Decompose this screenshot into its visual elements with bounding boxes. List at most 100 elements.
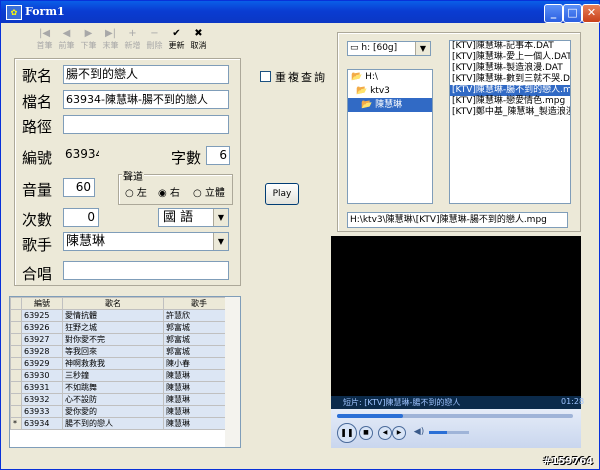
volume-slider[interactable] xyxy=(429,431,469,434)
toolbar-button-2[interactable]: ▶ 下筆 xyxy=(78,28,99,52)
channel-left-radio[interactable]: ○ 左 xyxy=(125,184,147,199)
minimize-button[interactable]: _ xyxy=(544,4,563,23)
file-item[interactable]: [KTV]陳慧琳-記事本.DAT xyxy=(450,41,570,52)
table-row[interactable]: 63927 對你愛不完 郭富城 xyxy=(10,333,235,346)
volume-field[interactable]: 60 xyxy=(63,178,95,197)
row-indicator[interactable] xyxy=(10,393,22,406)
grid-cell-song[interactable]: 心不設防 xyxy=(62,393,164,406)
song-grid[interactable]: 編號 歌名 歌手 63925 愛情抗體 許慧欣 63926 狂野之城 郭富城 63927 對你愛不完… xyxy=(9,296,241,448)
file-item[interactable]: [KTV]陳慧琳-製造浪漫.DAT xyxy=(450,63,570,74)
grid-cell-singer[interactable]: 郭富城 xyxy=(163,321,235,334)
table-row[interactable]: 63930 三秒鐘 陳慧琳 xyxy=(10,369,235,382)
grid-header[interactable]: 歌名 xyxy=(62,297,164,310)
row-indicator[interactable] xyxy=(10,405,22,418)
path-field[interactable] xyxy=(63,115,229,134)
file-item[interactable]: [KTV]陳慧琳-愛上一個人.DAT xyxy=(450,52,570,63)
grid-cell-num[interactable]: 63928 xyxy=(21,345,63,358)
file-item[interactable]: [KTV]陳慧琳-戀愛情色.mpg xyxy=(450,96,570,107)
stop-button[interactable]: ■ xyxy=(359,426,373,440)
toolbar-button-3[interactable]: ▶| 末筆 xyxy=(100,28,121,52)
grid-cell-num[interactable]: 63933 xyxy=(21,405,63,418)
folder-list[interactable]: 📂 H:\ 📂 ktv3 📂 陳慧琳 xyxy=(347,69,433,204)
file-list[interactable]: [KTV]陳慧琳-記事本.DAT [KTV]陳慧琳-愛上一個人.DAT [KTV]陳… xyxy=(449,40,571,204)
channel-stereo-radio[interactable]: ○ 立體 xyxy=(193,184,225,199)
grid-cell-song[interactable]: 三秒鐘 xyxy=(62,369,164,382)
folder-item[interactable]: 📂 陳慧琳 xyxy=(348,98,432,112)
grid-cell-song[interactable]: 愛你愛的 xyxy=(62,405,164,418)
words-field[interactable]: 6 xyxy=(206,146,230,165)
grid-cell-singer[interactable]: 陳慧琳 xyxy=(163,405,235,418)
toolbar-button-4[interactable]: + 新增 xyxy=(122,28,143,52)
count-field[interactable]: 0 xyxy=(63,208,99,227)
table-row[interactable]: 63933 愛你愛的 陳慧琳 xyxy=(10,405,235,418)
grid-header[interactable]: 歌手 xyxy=(163,297,235,310)
row-indicator[interactable] xyxy=(10,357,22,370)
grid-cell-singer[interactable]: 郭富城 xyxy=(163,345,235,358)
row-indicator[interactable]: * xyxy=(10,417,22,430)
file-name-field[interactable]: 63934-陳慧琳-腸不到的戀人 xyxy=(63,90,229,109)
next-button[interactable]: ▶ xyxy=(392,426,406,440)
row-indicator[interactable] xyxy=(10,345,22,358)
chevron-down-icon[interactable]: ▼ xyxy=(213,233,228,250)
grid-cell-singer[interactable]: 陳慧琳 xyxy=(163,417,235,430)
file-item[interactable]: [KTV]陳慧琳-腸不到的戀人.mpg xyxy=(450,85,570,96)
table-row[interactable]: 63932 心不設防 陳慧琳 xyxy=(10,393,235,406)
toolbar-button-7[interactable]: ✖ 取消 xyxy=(188,28,209,52)
grid-cell-singer[interactable]: 郭富城 xyxy=(163,333,235,346)
grid-cell-song[interactable]: 等我回來 xyxy=(62,345,164,358)
grid-cell-num[interactable]: 63931 xyxy=(21,381,63,394)
grid-cell-singer[interactable]: 陳慧琳 xyxy=(163,393,235,406)
close-button[interactable]: ✕ xyxy=(582,4,600,23)
grid-cell-song[interactable]: 愛情抗體 xyxy=(62,309,164,322)
file-item[interactable]: [KTV]鄭中基_陳慧琳_製造浪漫 xyxy=(450,107,570,118)
full-path-field[interactable]: H:\ktv3\陳慧琳\[KTV]陳慧琳-腸不到的戀人.mpg xyxy=(347,212,568,228)
channel-right-radio[interactable]: ◉ 右 xyxy=(158,184,180,199)
grid-cell-num[interactable]: 63934 xyxy=(21,417,63,430)
table-row[interactable]: 63926 狂野之城 郭富城 xyxy=(10,321,235,334)
pause-button[interactable]: ❚❚ xyxy=(337,423,357,443)
singer-select[interactable]: 陳慧琳 ▼ xyxy=(63,232,229,251)
grid-cell-singer[interactable]: 陳慧琳 xyxy=(163,381,235,394)
repeat-query-checkbox[interactable] xyxy=(260,71,271,82)
chorus-field[interactable] xyxy=(63,261,229,280)
row-indicator[interactable] xyxy=(10,333,22,346)
grid-cell-num[interactable]: 63925 xyxy=(21,309,63,322)
grid-cell-num[interactable]: 63929 xyxy=(21,357,63,370)
grid-cell-num[interactable]: 63926 xyxy=(21,321,63,334)
grid-cell-num[interactable]: 63930 xyxy=(21,369,63,382)
grid-cell-song[interactable]: 對你愛不完 xyxy=(62,333,164,346)
row-indicator[interactable] xyxy=(10,369,22,382)
seek-bar[interactable] xyxy=(337,414,573,418)
table-row[interactable]: 63928 等我回來 郭富城 xyxy=(10,345,235,358)
play-button[interactable]: Play xyxy=(265,183,299,205)
row-indicator[interactable] xyxy=(10,381,22,394)
folder-item[interactable]: 📂 H:\ xyxy=(348,70,432,84)
chevron-down-icon[interactable]: ▼ xyxy=(415,42,430,55)
song-name-field[interactable]: 腸不到的戀人 xyxy=(63,65,229,84)
grid-cell-song[interactable]: 神啊救救我 xyxy=(62,357,164,370)
folder-item[interactable]: 📂 ktv3 xyxy=(348,84,432,98)
table-row[interactable]: * 63934 腸不到的戀人 陳慧琳 xyxy=(10,417,235,430)
table-row[interactable]: 63929 神啊救救我 陳小春 xyxy=(10,357,235,370)
toolbar-button-0[interactable]: |◀ 首筆 xyxy=(34,28,55,52)
grid-cell-song[interactable]: 狂野之城 xyxy=(62,321,164,334)
grid-cell-singer[interactable]: 許慧欣 xyxy=(163,309,235,322)
toolbar-button-1[interactable]: ◀ 前筆 xyxy=(56,28,77,52)
drive-select[interactable]: ▭ h: [60g] ▼ xyxy=(347,41,431,56)
table-row[interactable]: 63931 不如跳舞 陳慧琳 xyxy=(10,381,235,394)
file-item[interactable]: [KTV]陳慧琳-數到三就不哭.DAT xyxy=(450,74,570,85)
speaker-icon[interactable]: ◀) xyxy=(413,426,425,438)
grid-scrollbar[interactable] xyxy=(225,297,240,447)
grid-cell-singer[interactable]: 陳慧琳 xyxy=(163,369,235,382)
chevron-down-icon[interactable]: ▼ xyxy=(213,209,228,226)
language-select[interactable]: 國 語 ▼ xyxy=(158,208,229,227)
maximize-button[interactable]: □ xyxy=(563,4,582,23)
row-indicator[interactable] xyxy=(10,321,22,334)
title-bar[interactable]: ✿ Form1 _ □ ✕ xyxy=(1,1,600,23)
toolbar-button-6[interactable]: ✔ 更新 xyxy=(166,28,187,52)
grid-cell-num[interactable]: 63932 xyxy=(21,393,63,406)
grid-cell-song[interactable]: 腸不到的戀人 xyxy=(62,417,164,430)
previous-button[interactable]: ◀ xyxy=(378,426,392,440)
table-row[interactable]: 63925 愛情抗體 許慧欣 xyxy=(10,309,235,322)
row-indicator[interactable] xyxy=(10,309,22,322)
